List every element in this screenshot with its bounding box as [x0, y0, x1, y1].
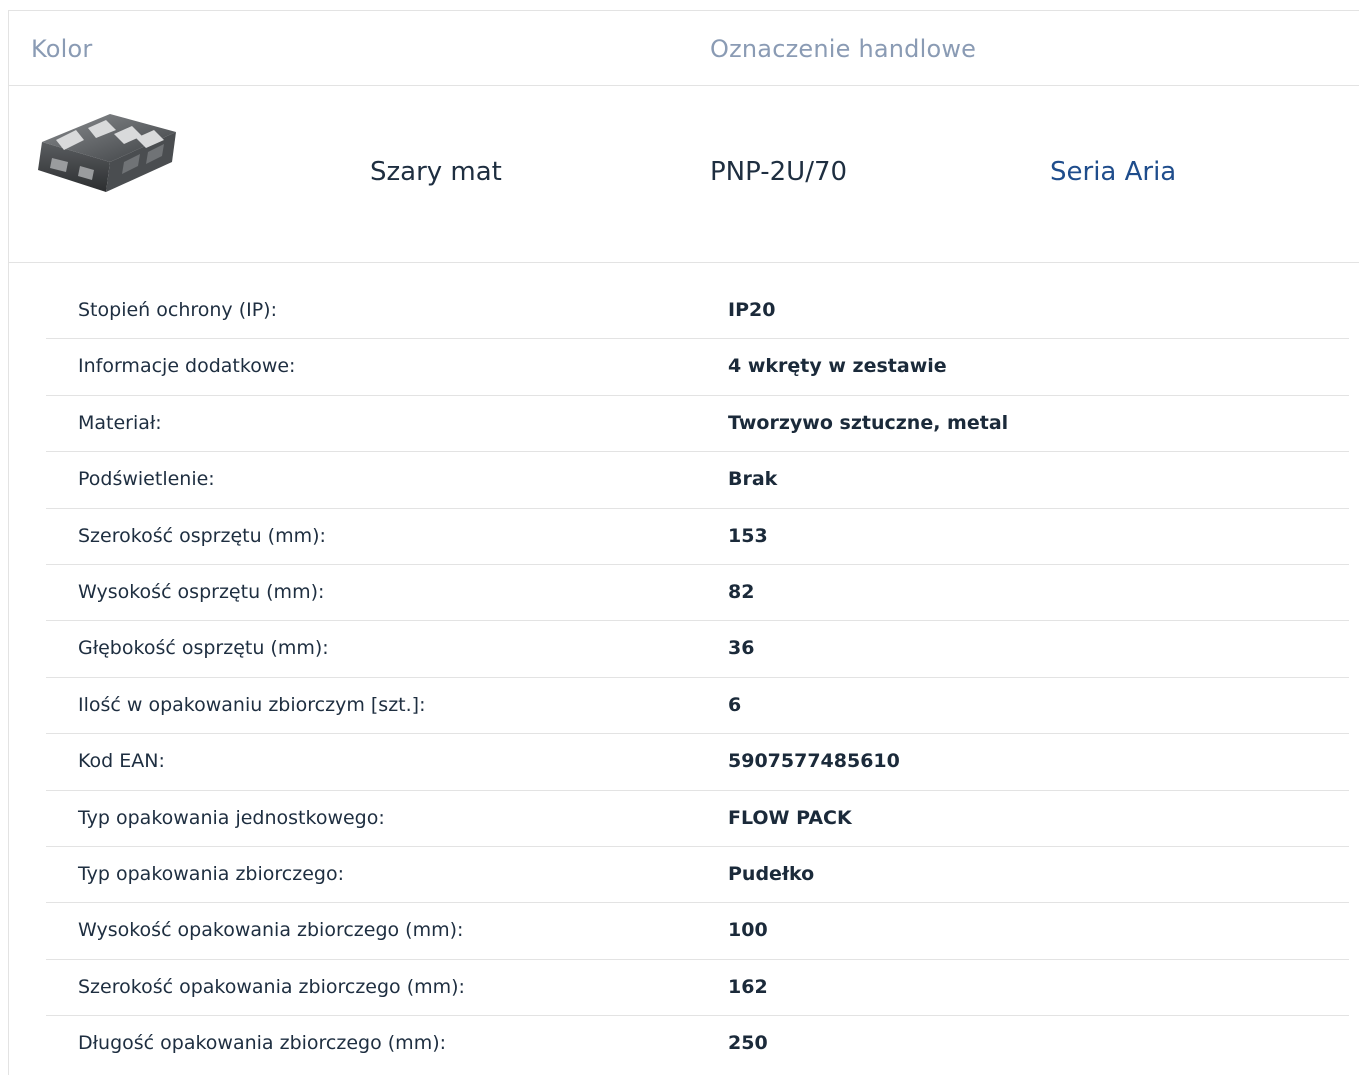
spec-value: 153 [728, 524, 768, 547]
product-color: Szary mat [370, 157, 502, 187]
spec-value: Brak [728, 468, 778, 491]
spec-value: 6 [728, 693, 742, 716]
spec-label: Ilość w opakowaniu zbiorczym [szt.]: [78, 693, 426, 716]
product-row: Szary mat PNP-2U/70 Seria Aria [8, 86, 1359, 263]
series-link[interactable]: Seria Aria [1050, 157, 1176, 187]
table-header-row: Kolor Oznaczenie handlowe [8, 11, 1359, 86]
spec-label: Typ opakowania zbiorczego: [78, 862, 344, 885]
product-designation: PNP-2U/70 [710, 157, 848, 187]
table-row: Podświetlenie: Brak [46, 452, 1349, 509]
product-image [28, 100, 178, 210]
spec-label: Typ opakowania jednostkowego: [78, 806, 385, 829]
spec-value: 82 [728, 580, 755, 603]
table-row: Wysokość opakowania zbiorczego (mm): 100 [46, 903, 1349, 960]
table-row: Długość opakowania zbiorczego (mm): 250 [46, 1016, 1349, 1071]
table-row: Informacje dodatkowe: 4 wkręty w zestawi… [46, 339, 1349, 396]
spec-value: 4 wkręty w zestawie [728, 355, 947, 378]
spec-label: Szerokość osprzętu (mm): [78, 524, 326, 547]
spec-label: Materiał: [78, 411, 162, 434]
spec-value: 250 [728, 1032, 768, 1055]
table-row: Typ opakowania zbiorczego: Pudełko [46, 847, 1349, 904]
table-row: Szerokość osprzętu (mm): 153 [46, 509, 1349, 565]
spec-value: IP20 [728, 299, 776, 321]
table-row: Kod EAN: 5907577485610 [46, 734, 1349, 791]
table-row: Materiał: Tworzywo sztuczne, metal [46, 396, 1349, 453]
spec-value: 36 [728, 637, 755, 660]
spec-value: 5907577485610 [728, 750, 900, 773]
spec-label: Stopień ochrony (IP): [78, 299, 277, 321]
header-color-label: Kolor [31, 35, 93, 63]
header-designation-label: Oznaczenie handlowe [710, 35, 977, 63]
table-row: Stopień ochrony (IP): IP20 [46, 283, 1349, 340]
spec-value: Pudełko [728, 862, 815, 885]
spec-label: Kod EAN: [78, 750, 165, 773]
spec-label: Głębokość osprzętu (mm): [78, 637, 329, 660]
table-row: Wysokość osprzętu (mm): 82 [46, 565, 1349, 622]
spec-value: FLOW PACK [728, 806, 852, 829]
table-row: Szerokość opakowania zbiorczego (mm): 16… [46, 960, 1349, 1017]
product-frame-icon [38, 114, 176, 192]
table-row: Ilość w opakowaniu zbiorczym [szt.]: 6 [46, 678, 1349, 735]
spec-value: Tworzywo sztuczne, metal [728, 411, 1009, 434]
spec-label: Informacje dodatkowe: [78, 355, 296, 378]
specs-table: Stopień ochrony (IP): IP20 Informacje do… [46, 283, 1349, 1071]
spec-label: Wysokość osprzętu (mm): [78, 580, 325, 603]
table-row: Głębokość osprzętu (mm): 36 [46, 621, 1349, 678]
table-row: Typ opakowania jednostkowego: FLOW PACK [46, 791, 1349, 847]
spec-label: Szerokość opakowania zbiorczego (mm): [78, 975, 465, 998]
spec-value: 162 [728, 975, 768, 998]
spec-label: Długość opakowania zbiorczego (mm): [78, 1032, 447, 1055]
spec-label: Wysokość opakowania zbiorczego (mm): [78, 919, 464, 942]
spec-value: 100 [728, 919, 768, 942]
spec-label: Podświetlenie: [78, 468, 215, 491]
